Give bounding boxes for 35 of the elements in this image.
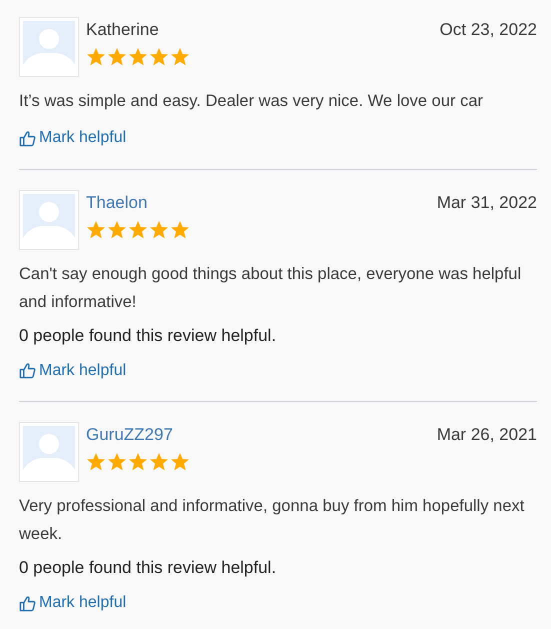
star-icon [107,452,127,472]
review-date: Mar 31, 2022 [436,192,537,214]
mark-helpful-link[interactable]: Mark helpful [19,127,126,149]
helpful-count: 0 people found this review helpful. [19,324,278,346]
avatar-icon [19,190,79,250]
star-icon [86,452,106,472]
reviewer-name: Katherine [86,19,159,41]
review-date: Oct 23, 2022 [440,19,537,41]
mark-helpful-link[interactable]: Mark helpful [19,592,126,614]
star-icon [86,220,106,240]
thumbs-up-icon [19,362,36,379]
helpful-count: 0 people found this review helpful. [19,557,278,579]
thumbs-up-icon [19,594,36,612]
star-icon [128,47,148,67]
mark-helpful-link[interactable]: Mark helpful [19,360,126,382]
star-icon [128,220,148,240]
star-icon [149,452,169,472]
avatar-icon [19,422,79,482]
star-icon [170,220,190,240]
star-icon [86,47,106,67]
star-icon [107,47,127,67]
star-icon [107,220,127,240]
thumbs-up-icon [19,130,36,146]
reviewer-name-link[interactable]: GuruZZ297 [86,424,173,446]
star-icon [149,220,169,240]
star-icon [170,47,190,67]
star-icon [170,452,190,472]
avatar-icon [19,17,79,77]
reviewer-name-link[interactable]: Thaelon [86,192,148,214]
review-text: Can't say enough good things about this place, everyone was helpful and informative! [19,264,522,312]
review-text: It’s was simple and easy. Dealer was very nice. We love our car [19,91,484,112]
star-icon [149,47,169,67]
review-text: Very professional and informative, gonna buy from him hopefully next week. [19,496,526,545]
review-date: Mar 26, 2021 [436,424,537,446]
star-icon [128,452,148,472]
